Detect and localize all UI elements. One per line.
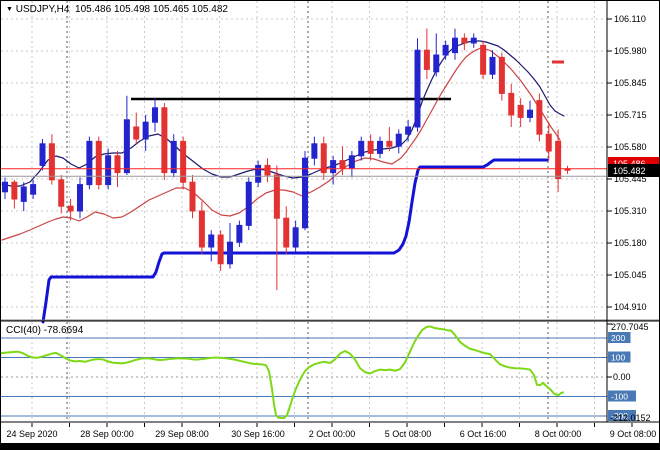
candle-bull: [105, 155, 112, 186]
candle-bull: [470, 37, 477, 44]
candle-bear: [58, 179, 65, 207]
candle-bull: [377, 140, 383, 154]
candle-bull: [395, 133, 402, 147]
candle-bull: [152, 107, 158, 123]
candle-bull: [30, 184, 37, 195]
candle-bear: [114, 155, 121, 174]
candle-bull: [348, 155, 355, 169]
candle-bear: [386, 140, 393, 147]
candle-bull: [442, 44, 449, 56]
candle-bear: [48, 143, 55, 181]
candle-bull: [292, 227, 299, 248]
candle-bull: [358, 140, 365, 157]
symbol-period-label: USDJPY,H4: [15, 4, 70, 15]
candle-bear: [133, 126, 140, 140]
time-axis[interactable]: [0, 423, 660, 443]
candle-bull: [236, 224, 243, 243]
chart-window: 106.110 105.980 105.845 105.715 105.580 105.4…: [0, 0, 660, 450]
dropdown-icon[interactable]: ▼: [6, 6, 13, 13]
candle-bear: [67, 205, 74, 212]
candle-bull: [227, 241, 233, 265]
candle-bull: [405, 126, 412, 135]
candle-bull: [77, 184, 83, 212]
candle-bull: [311, 143, 318, 159]
candle-bear: [283, 217, 290, 248]
candle-bear: [273, 174, 280, 219]
candle-bear: [517, 104, 524, 118]
candle-bull: [527, 109, 533, 118]
candle-bear: [367, 140, 374, 154]
candle-bull: [2, 181, 8, 193]
candle-bull: [245, 181, 252, 226]
candle-bull: [208, 234, 215, 248]
price-axis[interactable]: [608, 0, 660, 322]
candle-bull: [433, 54, 440, 73]
chart-title: ▼ USDJPY,H4 105.486 105.498 105.465 105.…: [6, 4, 228, 15]
candle-bear: [536, 100, 543, 135]
candle-bear: [161, 107, 168, 174]
candle-bear: [480, 44, 487, 75]
candle-bull: [123, 119, 130, 174]
ohlc-values: 105.486 105.498 105.465 105.482: [75, 4, 228, 15]
candle-bear: [198, 210, 205, 248]
chart-canvas[interactable]: 106.110105.980105.845105.715105.580105.4…: [0, 0, 660, 450]
candle-bear: [264, 164, 271, 176]
chart-background: [0, 0, 660, 450]
candle-bull: [489, 56, 496, 75]
candle-bull: [414, 49, 421, 128]
indicator-axis[interactable]: [608, 322, 660, 422]
candle-bear: [545, 133, 552, 152]
candle-bull: [330, 160, 337, 174]
candle-bull: [20, 186, 27, 202]
candle-bear: [508, 92, 515, 116]
candle-bear: [95, 140, 102, 186]
candle-bear: [555, 140, 562, 180]
candle-bear: [423, 49, 430, 70]
indicator-label: CCI(40) -78.6694: [6, 325, 84, 336]
candle-bear: [189, 181, 196, 212]
candle-bull: [142, 121, 149, 140]
candle-bear: [217, 234, 224, 265]
candle-bull: [39, 143, 46, 166]
candle-bull: [170, 140, 177, 174]
candle-bear: [498, 56, 505, 94]
candle-bull: [255, 164, 262, 183]
candle-bear: [461, 37, 468, 44]
bottom-strip: [0, 443, 660, 450]
candle-bull: [86, 140, 93, 186]
candle-bear: [11, 181, 18, 200]
candle-bear: [339, 160, 346, 169]
candle-bull: [452, 37, 458, 54]
